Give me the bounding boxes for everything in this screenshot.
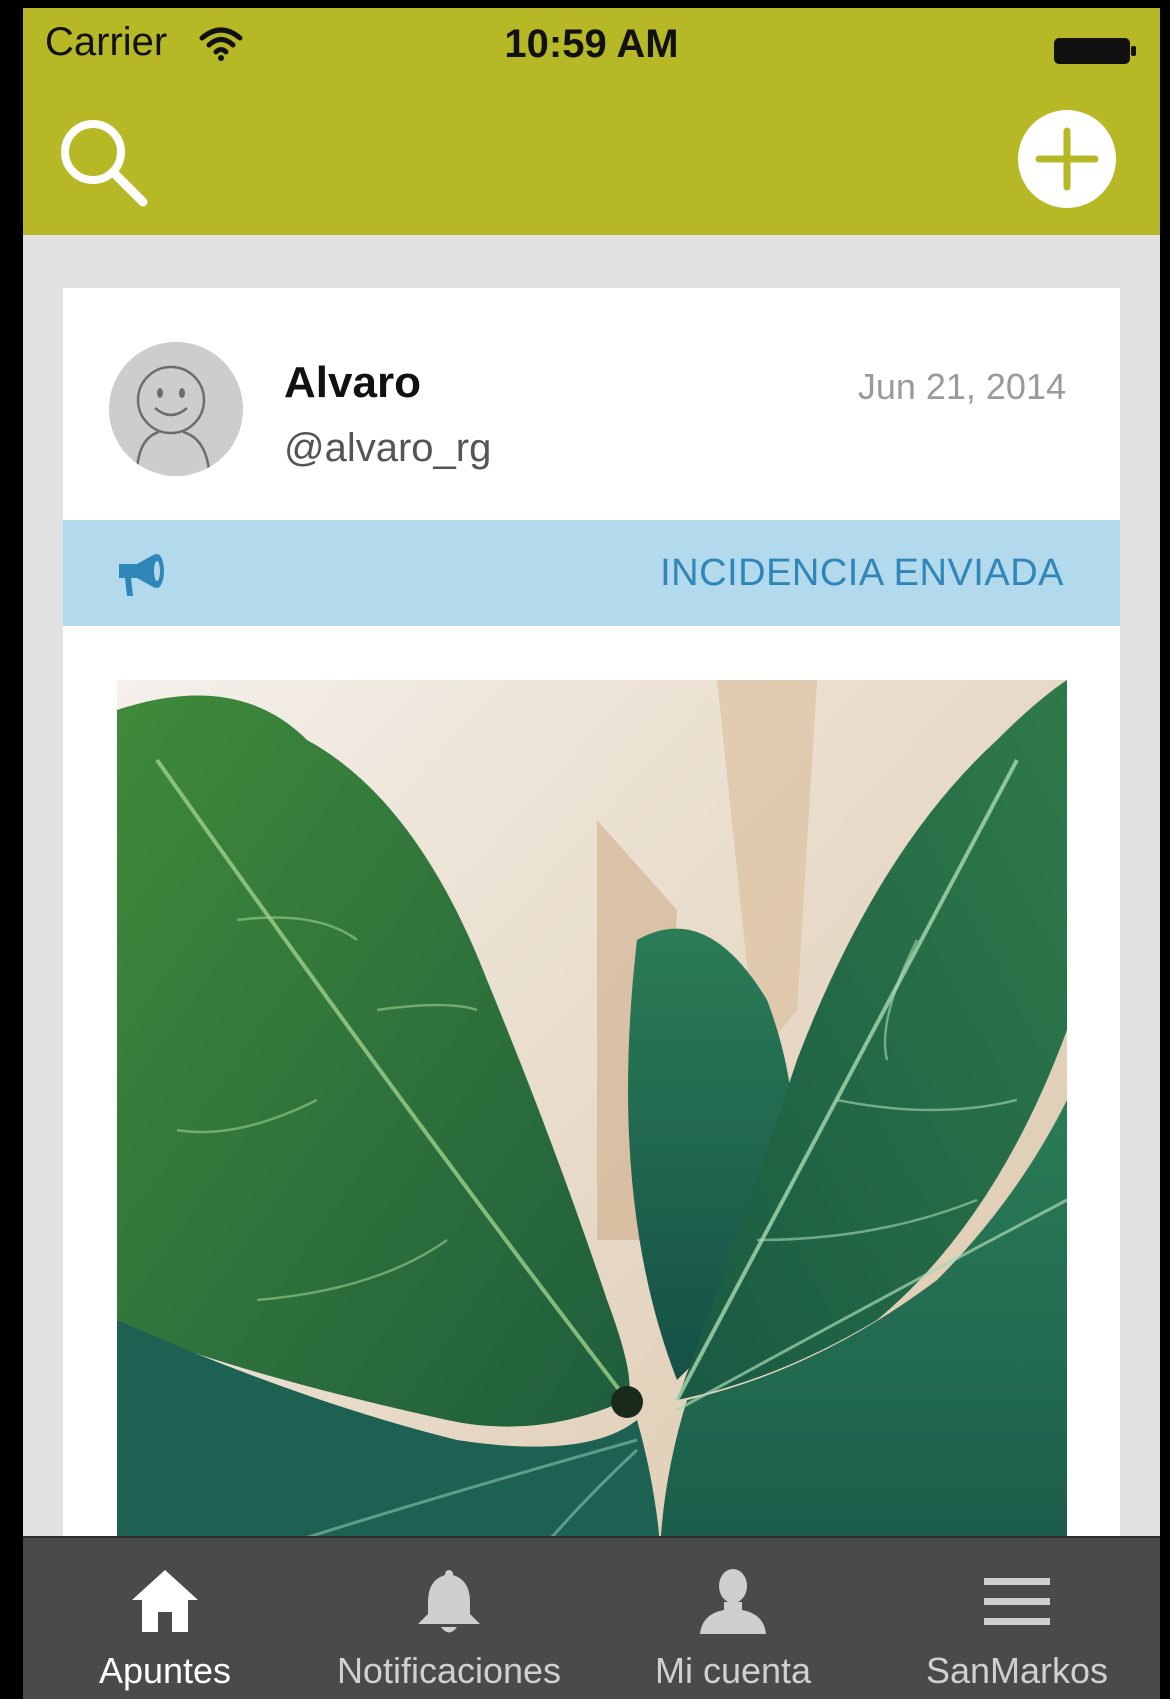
avatar[interactable] bbox=[109, 342, 243, 476]
tab-bar: Apuntes Notificaciones Mi cuenta SanMark… bbox=[23, 1536, 1160, 1699]
top-bar: Carrier 10:59 AM bbox=[23, 8, 1160, 235]
megaphone-icon bbox=[119, 554, 164, 596]
user-handle[interactable]: @alvaro_rg bbox=[284, 426, 491, 471]
clock: 10:59 AM bbox=[504, 22, 679, 66]
post-card[interactable]: Alvaro @alvaro_rg Jun 21, 2014 INCIDENCI… bbox=[63, 288, 1120, 1699]
tab-apuntes[interactable]: Apuntes bbox=[23, 1538, 307, 1699]
tab-label: Mi cuenta bbox=[654, 1650, 812, 1691]
tab-notificaciones[interactable]: Notificaciones bbox=[307, 1538, 591, 1699]
post-date: Jun 21, 2014 bbox=[857, 366, 1066, 407]
search-icon[interactable] bbox=[55, 114, 151, 210]
tab-label: SanMarkos bbox=[925, 1650, 1109, 1691]
add-button[interactable] bbox=[1017, 109, 1117, 209]
app-screen: Carrier 10:59 AM Alvaro @alvaro_rg Jun 2… bbox=[23, 8, 1160, 1699]
status-label: INCIDENCIA ENVIADA bbox=[660, 552, 1064, 594]
tab-sanmarkos[interactable]: SanMarkos bbox=[875, 1538, 1159, 1699]
default-avatar-icon bbox=[109, 342, 243, 476]
menu-icon bbox=[984, 1578, 1050, 1625]
tab-mi-cuenta[interactable]: Mi cuenta bbox=[591, 1538, 875, 1699]
person-icon bbox=[700, 1569, 766, 1634]
status-banner: INCIDENCIA ENVIADA bbox=[63, 520, 1120, 626]
bell-icon bbox=[418, 1570, 480, 1633]
home-icon bbox=[132, 1570, 198, 1632]
tab-label: Notificaciones bbox=[336, 1650, 562, 1691]
battery-icon bbox=[1054, 38, 1136, 64]
user-name[interactable]: Alvaro bbox=[284, 358, 421, 408]
tab-label: Apuntes bbox=[98, 1650, 232, 1691]
